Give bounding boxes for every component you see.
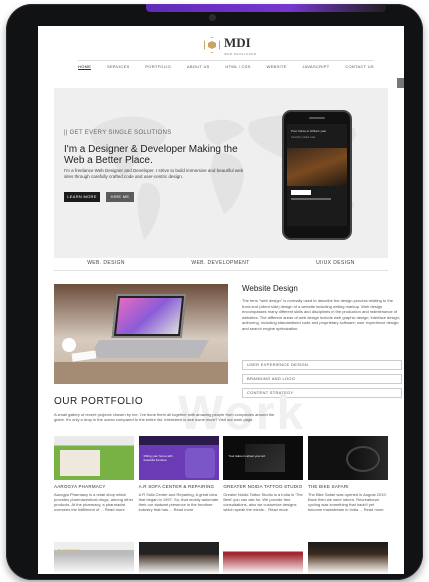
hexagon-logo-icon [204, 37, 220, 53]
logo-text: MDI [224, 35, 251, 50]
phone-screen: Pour follow to brilliant year Carefully … [287, 124, 347, 226]
site-header: MDI WEB DEVELOPER HOME SERVICES PORTFOLI… [38, 26, 404, 78]
thumbnail-caption: Your tattoo is about your art [228, 454, 266, 458]
nav-about[interactable]: ABOUT US [187, 64, 210, 70]
phone-button [291, 190, 311, 195]
nav-contact[interactable]: CONTACT US [345, 64, 374, 70]
hero-title: I'm a Designer & Developer Making the We… [64, 144, 238, 166]
thumbnail-caption: BE STRONGER [58, 548, 80, 552]
portfolio-card-description: Greater Noida Tattoo Studio is a India i… [223, 492, 303, 512]
phone-text: Carefully crafted code [291, 136, 316, 139]
tab-web-development[interactable]: WEB. DEVELOPMENT [191, 260, 249, 266]
portfolio-card-title[interactable]: THE BIKE SAFARI [308, 484, 388, 489]
nav-html-css[interactable]: HTML / CSS [225, 64, 250, 70]
main-nav: HOME SERVICES PORTFOLIO ABOUT US HTML / … [78, 60, 374, 70]
phone-headline: Pour follow to brilliant year [291, 129, 327, 133]
portfolio-card-description: Aarogya Pharmacy is a retail shop which … [54, 492, 134, 512]
thumbnail-caption: Filling your home with beautiful furnitu… [143, 454, 173, 462]
portfolio-card-title[interactable]: A.R SOFA CENTER & REPAIRING [139, 484, 219, 489]
portfolio-grid: AAROGYA PHARMACY Aarogya Pharmacy is a r… [54, 436, 388, 512]
web-design-text: The term "web design" is normally used t… [242, 298, 400, 331]
portfolio-intro: A small gallery of recent projects chose… [54, 412, 275, 422]
web-design-title: Website Design [242, 284, 298, 293]
portfolio-card[interactable]: Your tattoo is about your art GREATER NO… [223, 436, 304, 512]
portfolio-card[interactable]: THE BIKE SAFARI The Bike Safari was open… [307, 436, 388, 512]
portfolio-card-title[interactable]: AAROGYA PHARMACY [54, 484, 134, 489]
coffee-cup [62, 338, 76, 352]
portfolio-thumbnail[interactable]: Filling your home with beautiful furnitu… [138, 436, 219, 480]
nav-services[interactable]: SERVICES [107, 64, 130, 70]
hire-me-button[interactable]: HIRE ME [106, 192, 134, 202]
laptop [111, 294, 187, 338]
portfolio-card-title[interactable]: GREATER NOIDA TATTOO STUDIO [223, 484, 303, 489]
laptop-keyboard [88, 340, 210, 358]
nav-home[interactable]: HOME [78, 64, 92, 70]
nav-portfolio[interactable]: PORTFOLIO [145, 64, 171, 70]
accordion-user-experience[interactable]: USER EXPERIENCE DESIGN [242, 360, 402, 370]
learn-more-button[interactable]: LEARN MORE [64, 192, 100, 202]
phone-speaker [309, 117, 325, 119]
bottom-fade [38, 554, 404, 574]
portfolio-card[interactable]: Filling your home with beautiful furnitu… [138, 436, 219, 512]
site-logo[interactable]: MDI WEB DEVELOPER [204, 34, 257, 56]
desk [54, 362, 228, 384]
phone-hero-image [287, 148, 347, 186]
web-design-photo [54, 284, 228, 384]
nav-website[interactable]: WEBSITE [267, 64, 287, 70]
screen: MDI WEB DEVELOPER HOME SERVICES PORTFOLI… [38, 26, 404, 574]
portfolio-card-description: The Bike Safari was opened in August 201… [307, 492, 387, 512]
tab-web-design[interactable]: WEB. DESIGN [87, 260, 125, 266]
phone-on-desk [71, 350, 97, 362]
service-tabs: WEB. DESIGN WEB. DEVELOPMENT UI/UX DESIG… [54, 256, 388, 271]
nav-javascript[interactable]: JAVASCRIPT [302, 64, 329, 70]
camera-icon [209, 14, 216, 21]
tab-ui-ux-design[interactable]: UI/UX DESIGN [316, 260, 355, 266]
portfolio-title: OUR PORTFOLIO [54, 396, 144, 407]
portfolio-thumbnail[interactable] [307, 436, 388, 480]
settings-side-tab[interactable] [397, 78, 404, 88]
hero-description: I'm a freelance Web Designer and Develop… [64, 168, 244, 179]
portfolio-card[interactable]: AAROGYA PHARMACY Aarogya Pharmacy is a r… [54, 436, 134, 512]
accordion-branding[interactable]: BRANDING AND LOGO [242, 374, 402, 384]
tablet-frame: MDI WEB DEVELOPER HOME SERVICES PORTFOLI… [6, 4, 423, 580]
hero-tagline: || GET EVERY SINGLE SOLUTIONS [64, 130, 172, 136]
portfolio-card-description: A R Sofa Center and Repairing, A great i… [138, 492, 219, 512]
phone-divider [291, 198, 331, 200]
logo-subtitle: WEB DEVELOPER [224, 52, 257, 56]
portfolio-thumbnail[interactable]: Your tattoo is about your art [223, 436, 304, 480]
portfolio-thumbnail[interactable] [54, 436, 134, 480]
hero-banner: || GET EVERY SINGLE SOLUTIONS I'm a Desi… [54, 88, 388, 258]
frame-highlight [146, 4, 386, 12]
phone-mockup: Pour follow to brilliant year Carefully … [282, 110, 352, 240]
